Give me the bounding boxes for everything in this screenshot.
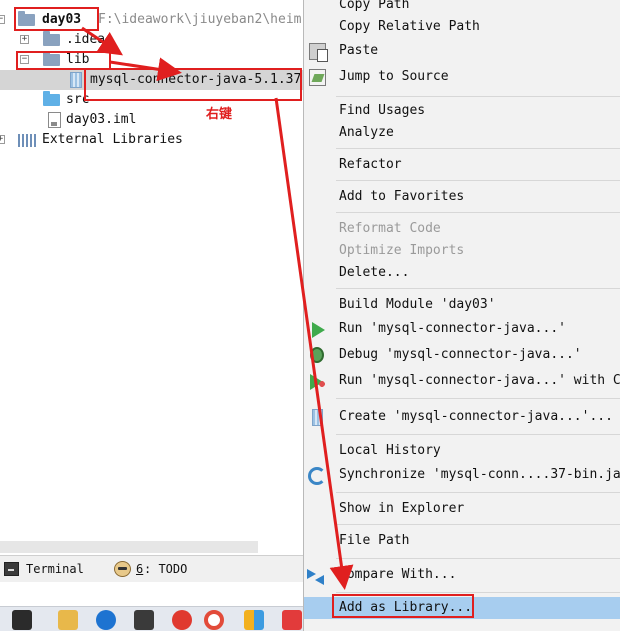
- chrome-browser-icon[interactable]: [204, 610, 224, 630]
- menu-item-run[interactable]: Run 'mysql-connector-java...': [304, 318, 620, 340]
- menu-separator: [336, 592, 620, 593]
- menu-separator: [336, 492, 620, 493]
- menu-item-local-history[interactable]: Local History: [304, 440, 620, 462]
- todo-number: 6: [136, 562, 144, 576]
- edge-browser-icon[interactable]: [96, 610, 116, 630]
- menu-separator: [336, 558, 620, 559]
- folder-app-icon[interactable]: [58, 610, 78, 630]
- app-icon[interactable]: [134, 610, 154, 630]
- app-icon[interactable]: [12, 610, 32, 630]
- expand-toggle[interactable]: +: [20, 35, 29, 44]
- module-path: F:\ideawork\jiuyeban2\heim: [98, 12, 302, 27]
- menu-item-analyze[interactable]: Analyze: [304, 122, 620, 144]
- libraries-icon: [18, 134, 36, 147]
- menu-item-synchronize[interactable]: Synchronize 'mysql-conn....37-bin.jar': [304, 464, 620, 486]
- jar-config-icon: [312, 409, 323, 426]
- menu-separator: [336, 288, 620, 289]
- annotation-right-click-note: 右键: [206, 107, 233, 122]
- compare-icon: [307, 567, 324, 585]
- menu-item-paste[interactable]: Paste: [304, 40, 620, 62]
- paste-icon: [309, 43, 328, 62]
- menu-item-build-module[interactable]: Build Module 'day03': [304, 294, 620, 316]
- menu-item-copy-relative-path[interactable]: Copy Relative Path: [304, 16, 620, 38]
- menu-item-run-with-coverage[interactable]: Run 'mysql-connector-java...' with C: [304, 370, 620, 392]
- menu-item-reformat-code: Reformat Code: [339, 221, 441, 236]
- module-file-icon: [48, 112, 61, 128]
- jar-file-icon: [70, 72, 82, 88]
- todo-label: : TODO: [144, 562, 188, 576]
- menu-item-copy-path[interactable]: Copy Path: [304, 0, 620, 16]
- menu-item-file-path[interactable]: File Path: [304, 530, 620, 552]
- status-area: [0, 583, 303, 606]
- synchronize-icon: [308, 467, 326, 485]
- todo-tab[interactable]: 6 : TODO: [114, 560, 204, 578]
- app-icon[interactable]: [282, 610, 302, 630]
- folder-icon: [43, 31, 60, 46]
- run-icon: [312, 322, 325, 338]
- annotation-box-add-as-library: [332, 594, 474, 618]
- expand-toggle[interactable]: +: [0, 135, 5, 144]
- menu-item-jump-to-source[interactable]: Jump to Source: [304, 66, 620, 88]
- tool-window-bar: Terminal 6 : TODO: [0, 555, 303, 582]
- menu-separator: [336, 524, 620, 525]
- menu-item-optimize-imports: Optimize Imports: [339, 243, 465, 258]
- app-icon[interactable]: [172, 610, 192, 630]
- menu-separator: [336, 180, 620, 181]
- terminal-label: Terminal: [26, 562, 84, 576]
- menu-separator: [336, 398, 620, 399]
- collapse-toggle[interactable]: −: [0, 15, 5, 24]
- annotation-box-module: [14, 7, 99, 31]
- menu-item-find-usages[interactable]: Find Usages: [304, 100, 620, 122]
- tree-row-external-libraries[interactable]: + External Libraries: [0, 130, 303, 150]
- file-name: day03.iml: [66, 112, 137, 127]
- terminal-icon: [4, 562, 19, 576]
- menu-separator: [336, 148, 620, 149]
- menu-separator: [336, 434, 620, 435]
- tree-row-idea[interactable]: + .idea: [0, 30, 303, 50]
- menu-item-compare-with[interactable]: Compare With...: [304, 564, 620, 586]
- menu-item-debug[interactable]: Debug 'mysql-connector-java...': [304, 344, 620, 366]
- menu-item-delete[interactable]: Delete...: [304, 262, 620, 284]
- menu-item-refactor[interactable]: Refactor: [304, 154, 620, 176]
- annotation-box-jar: [84, 68, 302, 101]
- jump-to-source-icon: [309, 69, 326, 86]
- debug-icon: [310, 347, 324, 363]
- menu-item-add-to-favorites[interactable]: Add to Favorites: [304, 186, 620, 208]
- app-icon[interactable]: [244, 610, 264, 630]
- run-with-coverage-icon: [310, 374, 327, 390]
- menu-item-show-in-explorer[interactable]: Show in Explorer: [304, 498, 620, 520]
- menu-separator: [336, 96, 620, 97]
- menu-separator: [336, 212, 620, 213]
- tree-row-iml[interactable]: day03.iml: [0, 110, 303, 130]
- terminal-tab[interactable]: Terminal: [4, 560, 94, 578]
- todo-icon: [114, 561, 131, 577]
- external-libraries-label: External Libraries: [42, 132, 183, 147]
- menu-item-create-run-config[interactable]: Create 'mysql-connector-java...'...: [304, 406, 620, 428]
- context-menu: Copy Path Copy Relative Path Paste Jump …: [303, 0, 620, 631]
- source-folder-icon: [43, 91, 60, 106]
- horizontal-scrollbar[interactable]: [0, 541, 258, 553]
- folder-name: .idea: [66, 32, 106, 47]
- windows-taskbar: [0, 606, 303, 631]
